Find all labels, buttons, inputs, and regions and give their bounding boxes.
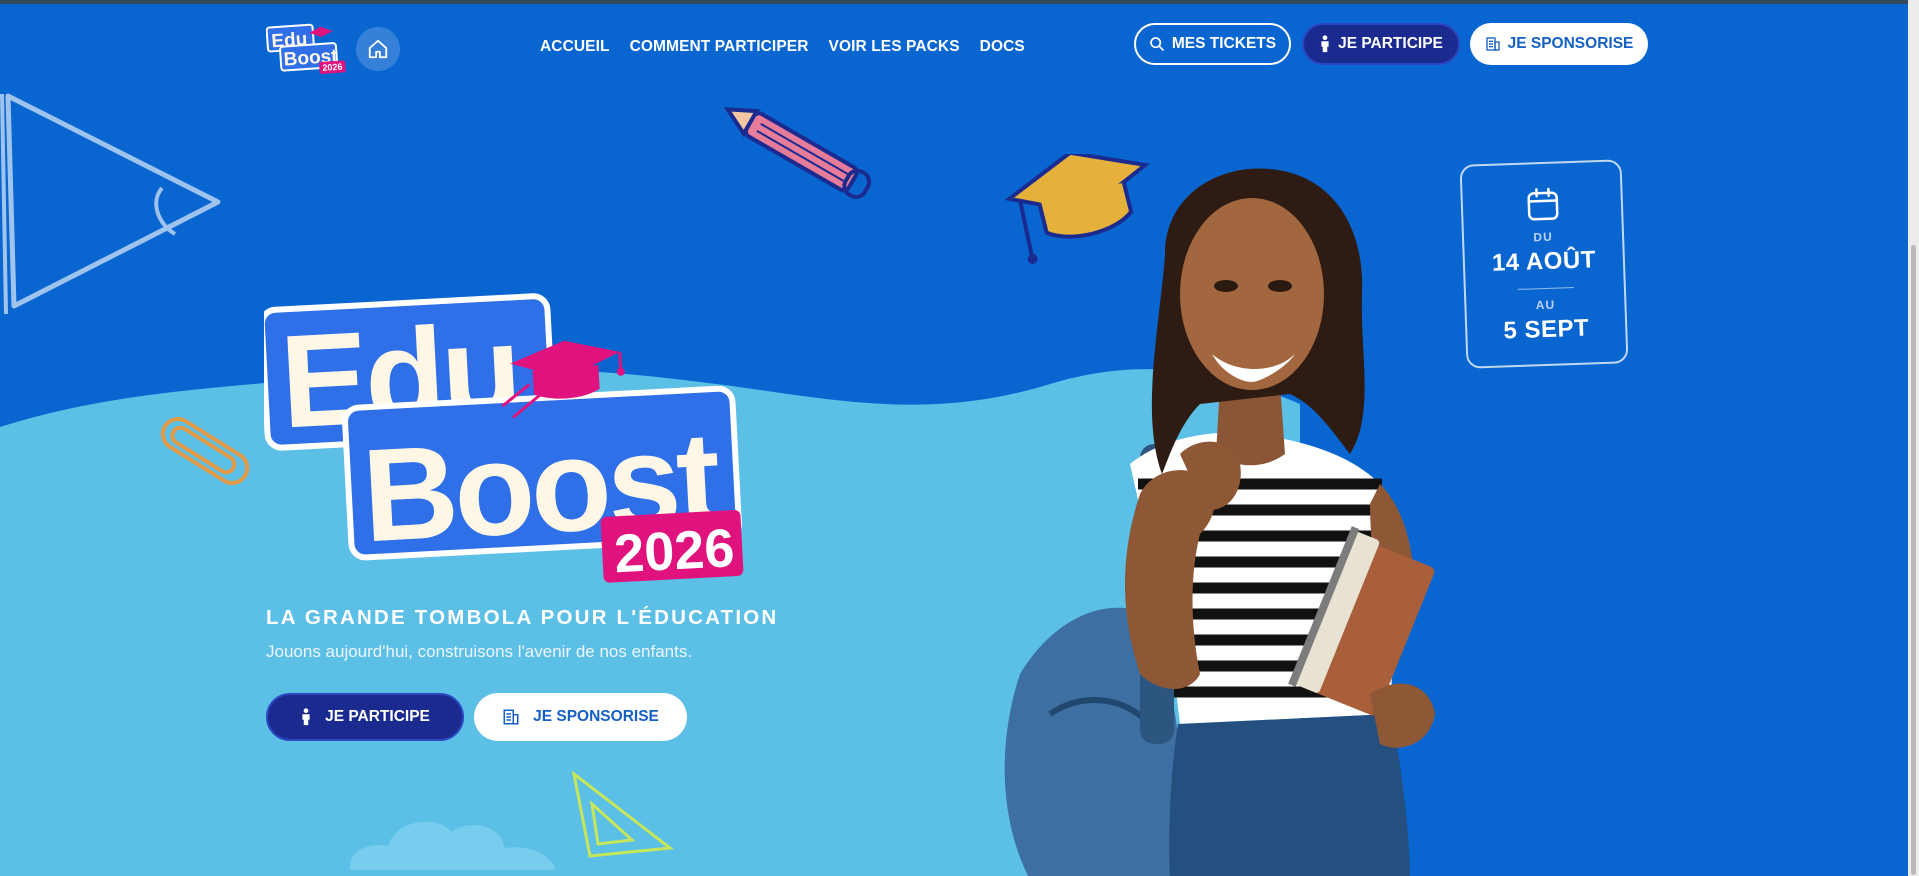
search-icon bbox=[1150, 37, 1164, 51]
calendar-icon bbox=[1527, 187, 1559, 221]
home-icon bbox=[368, 39, 388, 59]
logo-small-year: 2026 bbox=[322, 62, 343, 73]
header-sponsor-button[interactable]: JE SPONSORISE bbox=[1470, 23, 1648, 65]
eduboost-logo-small[interactable]: Edu Boost 2026 bbox=[266, 21, 348, 75]
date-range-card: DU 14 AOÛT AU 5 SEPT bbox=[1459, 159, 1629, 369]
my-tickets-label: MES TICKETS bbox=[1171, 35, 1277, 52]
my-tickets-button[interactable]: MES TICKETS bbox=[1134, 23, 1291, 65]
person-icon bbox=[1321, 35, 1329, 53]
pencil-doodle bbox=[723, 107, 872, 199]
header-participate-button[interactable]: JE PARTICIPE bbox=[1302, 23, 1460, 65]
eduboost-hero-logo: Edu Boost 2026 bbox=[264, 293, 744, 584]
building-icon bbox=[503, 709, 519, 725]
hero-sponsor-button[interactable]: JE SPONSORISE bbox=[474, 693, 687, 741]
nav-comment-participer[interactable]: COMMENT PARTICIPER bbox=[630, 38, 809, 56]
main-nav: ACCUEIL COMMENT PARTICIPER VOIR LES PACK… bbox=[540, 38, 1025, 56]
person-icon bbox=[302, 708, 310, 726]
nav-voir-les-packs[interactable]: VOIR LES PACKS bbox=[829, 38, 960, 56]
hero-logo-year: 2026 bbox=[613, 518, 736, 584]
top-navigation-bar: Edu Boost 2026 ACCUEIL COMMENT PARTICIPE… bbox=[0, 4, 1908, 86]
home-button[interactable] bbox=[356, 27, 400, 71]
nav-accueil[interactable]: ACCUEIL bbox=[540, 38, 610, 56]
date-from-value: 14 AOÛT bbox=[1491, 246, 1597, 277]
paperclip-doodle bbox=[160, 417, 250, 485]
building-icon bbox=[1485, 37, 1500, 51]
header-participate-label: JE PARTICIPE bbox=[1338, 35, 1443, 52]
hero-participate-button[interactable]: JE PARTICIPE bbox=[266, 693, 464, 741]
scrollbar-thumb[interactable] bbox=[1911, 245, 1916, 875]
hero-tagline: LA GRANDE TOMBOLA POUR L'ÉDUCATION bbox=[266, 606, 779, 629]
hero-subtitle: Jouons aujourd'hui, construisons l'aveni… bbox=[266, 642, 693, 661]
date-from-label: DU bbox=[1533, 229, 1553, 245]
triangle-ruler-doodle bbox=[0, 93, 221, 314]
nav-docs[interactable]: DOCS bbox=[980, 38, 1025, 56]
set-square-doodle bbox=[571, 770, 674, 858]
date-to-value: 5 SEPT bbox=[1502, 314, 1590, 345]
date-separator bbox=[1517, 286, 1574, 290]
hero-participate-label: JE PARTICIPE bbox=[325, 708, 430, 725]
cloud-doodle bbox=[349, 821, 556, 870]
date-to-label: AU bbox=[1535, 297, 1556, 313]
hero-sponsor-label: JE SPONSORISE bbox=[533, 708, 659, 725]
header-sponsor-label: JE SPONSORISE bbox=[1507, 35, 1634, 52]
